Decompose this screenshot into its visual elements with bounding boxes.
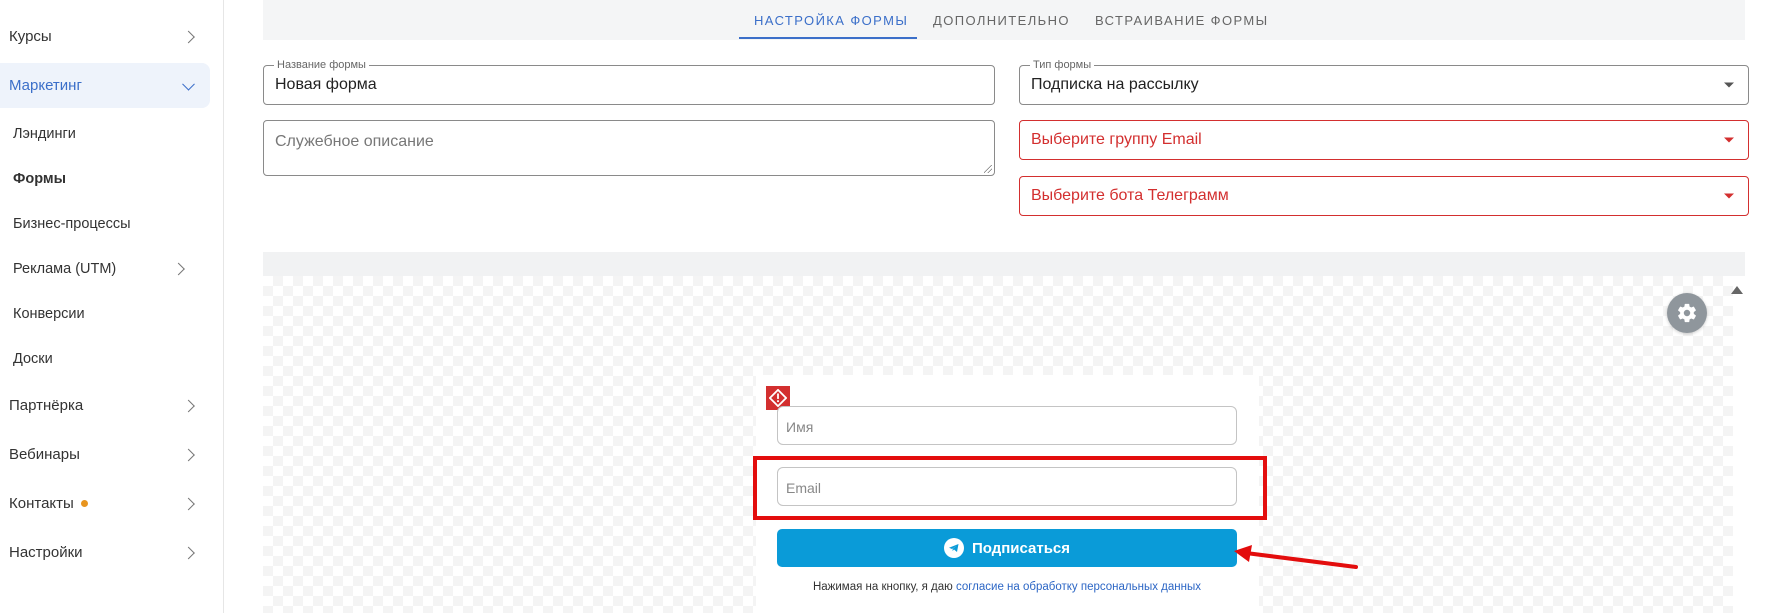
annotation-arrow-icon xyxy=(1234,545,1358,569)
email-group-select[interactable]: Выберите группу Email xyxy=(1019,120,1749,160)
sidebar-item-label: Бизнес-процессы xyxy=(13,215,131,232)
tab-additional[interactable]: ДОПОЛНИТЕЛЬНО xyxy=(933,0,1070,40)
scroll-up-icon[interactable] xyxy=(1731,286,1743,294)
form-type-label: Тип формы xyxy=(1030,59,1095,71)
sidebar: Курсы Маркетинг Лэндинги Формы Бизнес-пр… xyxy=(0,0,224,613)
gear-icon xyxy=(1678,303,1696,323)
sidebar-item-label: Партнёрка xyxy=(9,397,84,414)
sidebar-item-label: Контакты xyxy=(9,495,74,512)
sidebar-item-label: Курсы xyxy=(9,28,52,45)
sidebar-item-label: Реклама (UTM) xyxy=(13,260,117,277)
resize-handle-icon[interactable] xyxy=(984,165,992,173)
chevron-right-icon xyxy=(172,262,185,275)
sidebar-item-label: Вебинары xyxy=(9,446,80,463)
form-name-label: Название формы xyxy=(274,59,369,71)
subscribe-button[interactable]: Подписаться xyxy=(777,529,1237,567)
chevron-right-icon xyxy=(182,546,195,559)
form-type-select[interactable]: Тип формы Подписка на рассылку xyxy=(1019,59,1749,105)
telegram-bot-select[interactable]: Выберите бота Телеграмм xyxy=(1019,176,1749,216)
chevron-right-icon xyxy=(182,448,195,461)
sidebar-item-label: Лэндинги xyxy=(13,125,76,142)
chevron-right-icon xyxy=(182,399,195,412)
caret-down-icon xyxy=(1724,193,1734,199)
consent-link[interactable]: согласие на обработку персональных данны… xyxy=(956,581,1201,593)
form-name-value: Новая форма xyxy=(275,76,377,93)
telegram-bot-placeholder: Выберите бота Телеграмм xyxy=(1031,187,1229,204)
consent-text: Нажимая на кнопку, я даю согласие на обр… xyxy=(777,581,1237,593)
sidebar-item-settings[interactable]: Настройки xyxy=(0,530,210,575)
chevron-down-icon xyxy=(182,77,195,91)
sidebar-item-forms[interactable]: Формы xyxy=(0,156,210,201)
preview-name-input[interactable]: Имя xyxy=(777,406,1237,445)
chevron-right-icon xyxy=(182,497,195,510)
sidebar-item-courses[interactable]: Курсы xyxy=(0,14,210,59)
preview-header xyxy=(263,252,1745,276)
tab-form-embed[interactable]: ВСТРАИВАНИЕ ФОРМЫ xyxy=(1095,0,1269,40)
email-highlight-box xyxy=(753,456,1267,520)
preview-settings-button[interactable] xyxy=(1667,293,1707,333)
sidebar-item-business-processes[interactable]: Бизнес-процессы xyxy=(0,201,210,246)
sidebar-item-label: Настройки xyxy=(9,544,83,561)
caret-down-icon xyxy=(1724,82,1734,88)
active-tab-indicator xyxy=(739,37,917,39)
sidebar-item-label: Конверсии xyxy=(13,305,85,322)
description-placeholder: Служебное описание xyxy=(275,133,434,150)
sidebar-item-contacts[interactable]: Контакты xyxy=(0,481,210,526)
caret-down-icon xyxy=(1724,137,1734,143)
sidebar-item-landings[interactable]: Лэндинги xyxy=(0,111,210,156)
sidebar-item-boards[interactable]: Доски xyxy=(0,336,210,381)
preview-name-placeholder: Имя xyxy=(786,419,814,435)
sidebar-item-conversions[interactable]: Конверсии xyxy=(0,291,210,336)
sidebar-item-ads-utm[interactable]: Реклама (UTM) xyxy=(0,246,210,291)
form-name-field[interactable]: Название формы Новая форма xyxy=(263,59,995,105)
description-field[interactable]: Служебное описание xyxy=(263,120,995,176)
sidebar-item-label: Доски xyxy=(13,350,53,367)
sidebar-item-partners[interactable]: Партнёрка xyxy=(0,383,210,428)
sidebar-item-marketing[interactable]: Маркетинг xyxy=(0,63,210,108)
sidebar-item-webinars[interactable]: Вебинары xyxy=(0,432,210,477)
subscribe-button-label: Подписаться xyxy=(971,539,1071,557)
consent-prefix: Нажимая на кнопку, я даю xyxy=(812,581,953,593)
notification-dot xyxy=(80,500,88,507)
warning-diamond-icon xyxy=(769,389,787,407)
telegram-icon xyxy=(943,538,964,558)
email-group-placeholder: Выберите группу Email xyxy=(1031,131,1202,148)
tab-form-settings[interactable]: НАСТРОЙКА ФОРМЫ xyxy=(754,0,908,40)
sidebar-item-label: Формы xyxy=(13,170,67,187)
sidebar-item-label: Маркетинг xyxy=(9,77,82,94)
form-type-value: Подписка на рассылку xyxy=(1031,76,1199,93)
chevron-right-icon xyxy=(182,30,195,43)
